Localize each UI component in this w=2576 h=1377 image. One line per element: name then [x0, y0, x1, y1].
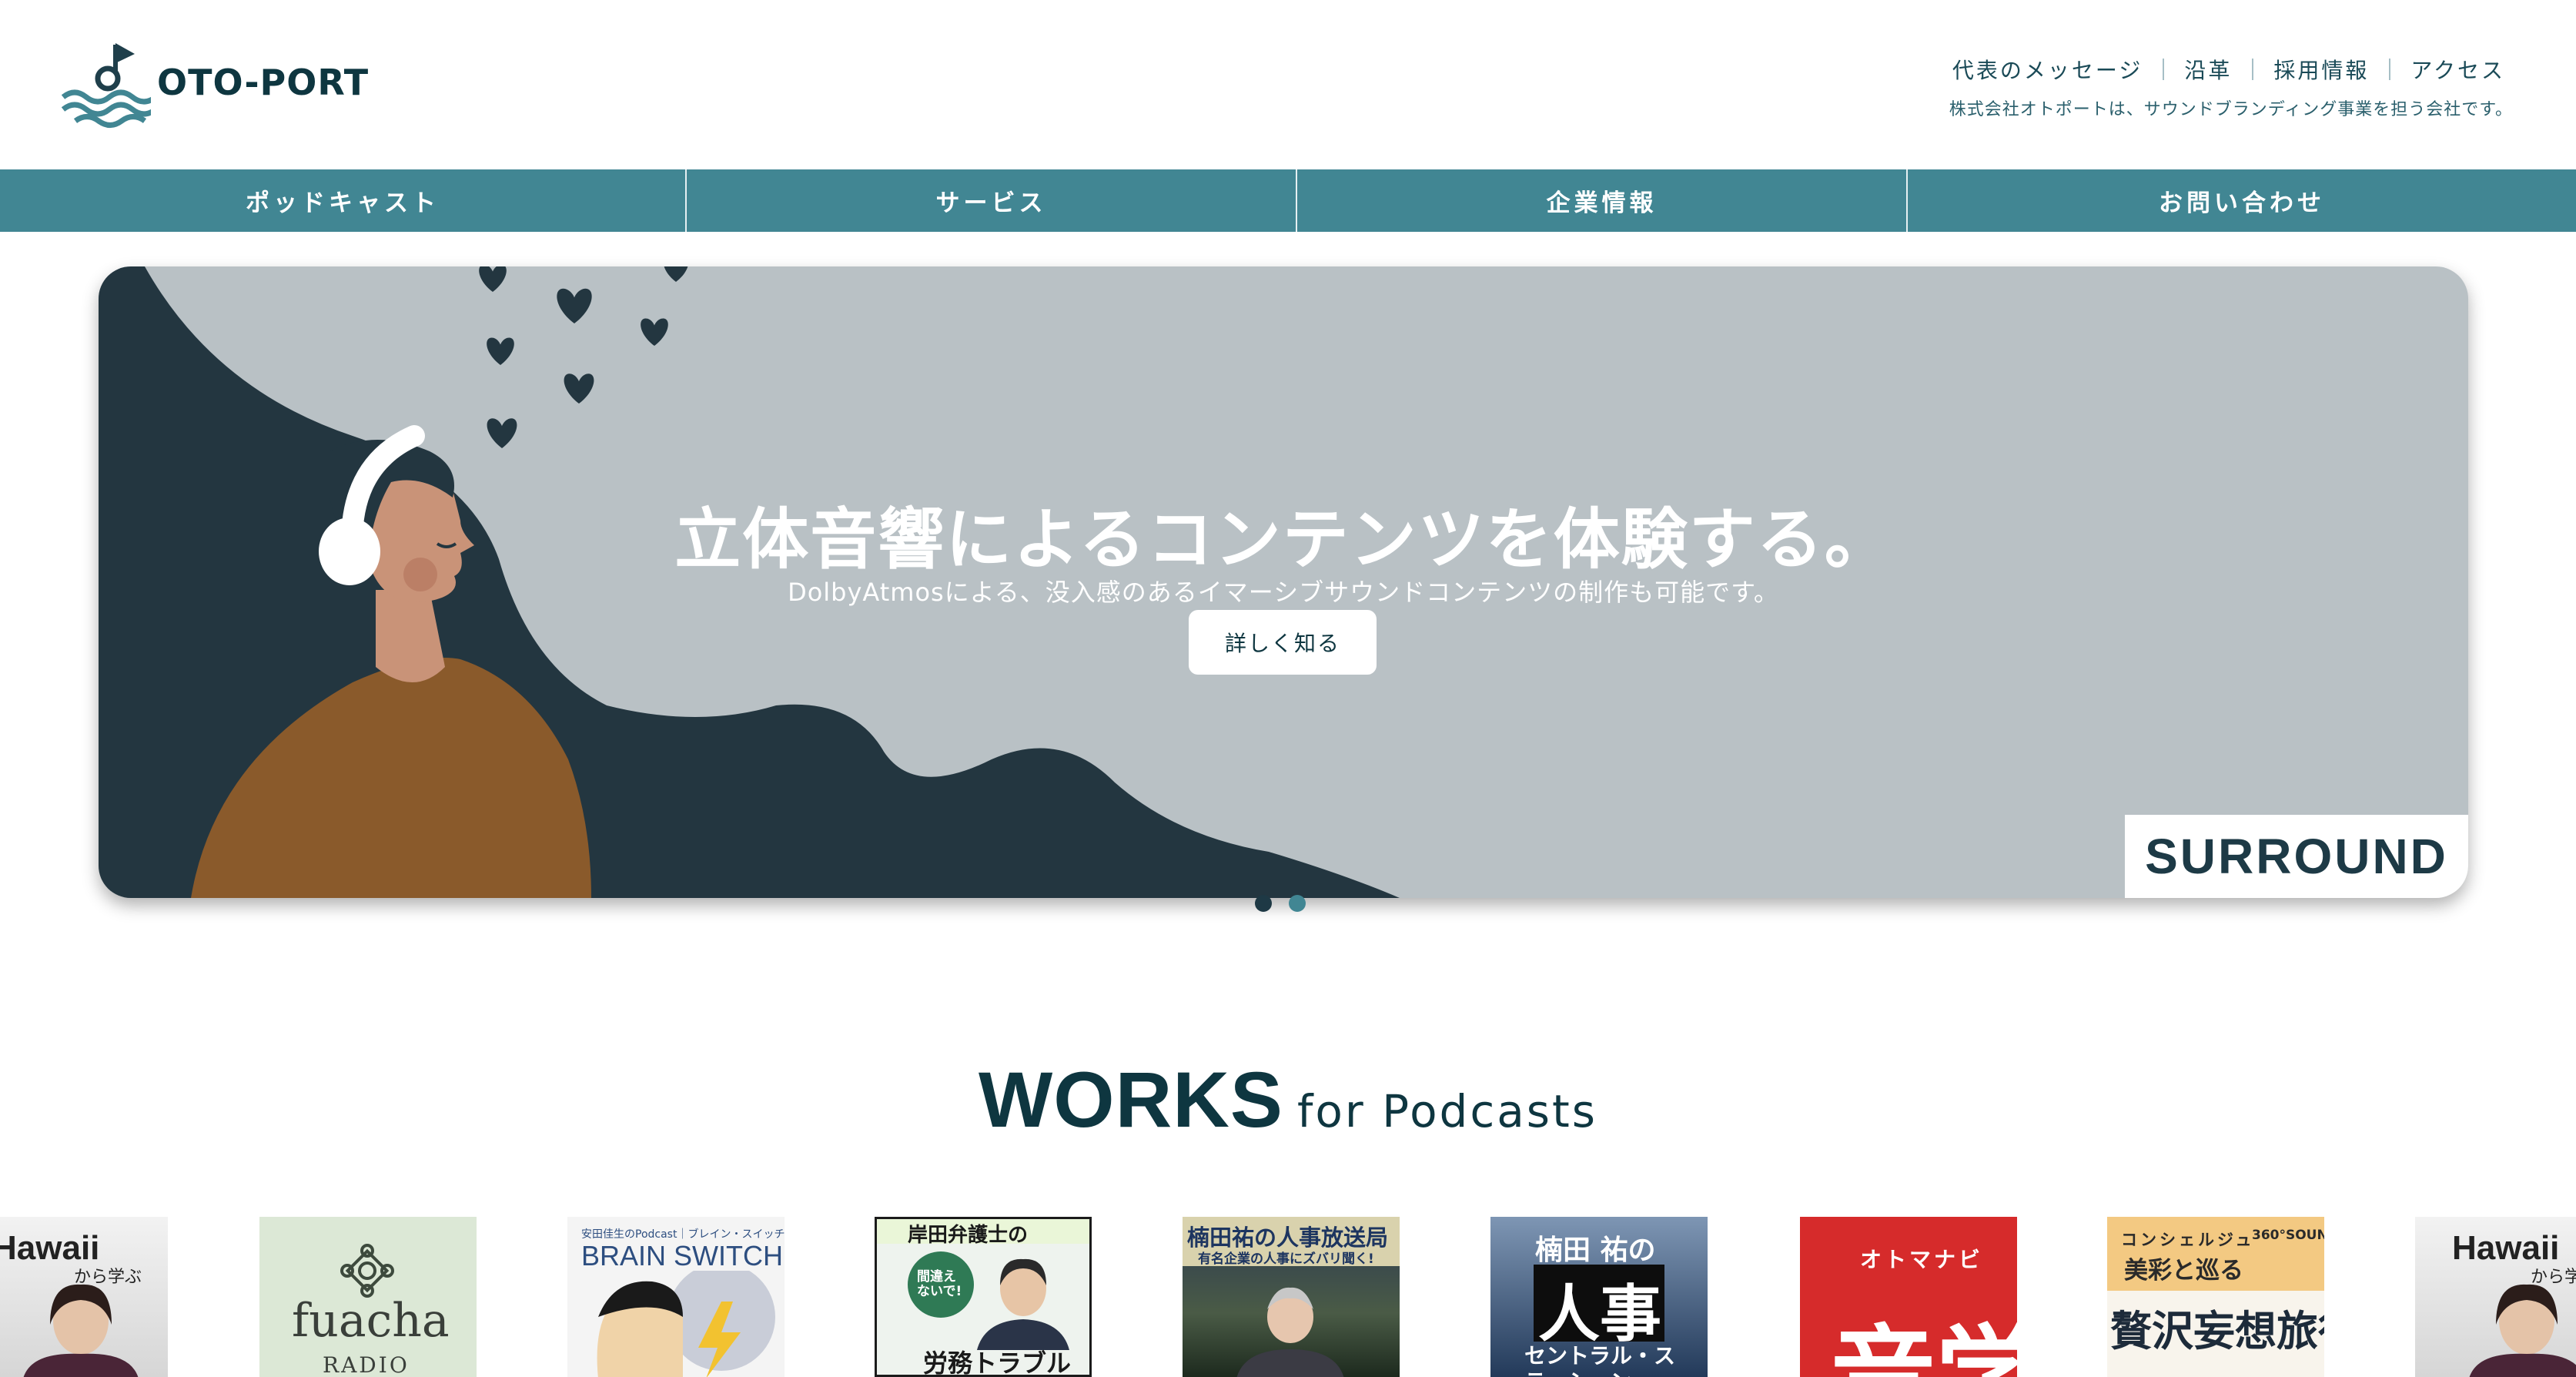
brand-name: OTO-PORT [157, 62, 370, 103]
hero-subtitle: DolbyAtmosによる、没入感のあるイマーシブサウンドコンテンツの制作も可能… [788, 578, 1779, 607]
link-history[interactable]: 沿革 [2164, 54, 2252, 85]
slide-dot[interactable] [1289, 895, 1306, 912]
podcast-card[interactable]: fuacha RADIO [259, 1217, 477, 1377]
slider-pagination [1255, 895, 1306, 912]
host-portrait-icon [23, 1284, 139, 1377]
music-note-waves-logo-icon [62, 43, 151, 128]
card-subtitle: セントラル・ステーション [1524, 1343, 1676, 1377]
card-badge: 360°SOUND [2252, 1228, 2324, 1243]
slide-dot-active[interactable] [1255, 895, 1272, 912]
surround-badge: SURROUND [2125, 815, 2468, 898]
nav-item-podcast[interactable]: ポッドキャスト [0, 169, 685, 232]
podcast-card[interactable]: 安田佳生のPodcast｜ブレイン・スイッチ BRAIN SWITCH [567, 1217, 785, 1377]
podcast-card[interactable]: Hawaii から学ぶ [2415, 1217, 2576, 1377]
card-bubble-text: 間違えないで! [917, 1269, 962, 1299]
podcast-card[interactable]: 楠田祐の人事放送局 有名企業の人事にズバリ聞く! [1183, 1217, 1400, 1377]
nav-item-contact[interactable]: お問い合わせ [1906, 169, 2576, 232]
card-title: Hawaii [0, 1229, 100, 1267]
card-big-title: 贅沢妄想旅行 [2110, 1307, 2324, 1355]
card-caption: コンシェルジュ [2121, 1231, 2255, 1249]
top-utility-links: 代表のメッセージ 沿革 採用情報 アクセス [1932, 54, 2505, 85]
card-caption: 安田佳生のPodcast｜ブレイン・スイッチ [581, 1228, 785, 1241]
card-title: fuacha [292, 1294, 450, 1348]
ornament-icon [340, 1244, 394, 1298]
host-portrait-icon [977, 1258, 1069, 1350]
podcast-card[interactable]: オトマナビ 音学 [1800, 1217, 2017, 1377]
card-title: 楠田 祐の [1535, 1235, 1656, 1266]
brain-lightning-icon [597, 1271, 775, 1377]
card-title: Hawaii [2452, 1229, 2560, 1267]
card-big-title: 人事 [1538, 1278, 1661, 1350]
nav-item-service[interactable]: サービス [685, 169, 1296, 232]
podcast-card[interactable]: 岸田弁護士の 間違えないで! 労務トラブル [875, 1217, 1092, 1377]
card-subtitle: 労務トラブル [923, 1349, 1072, 1377]
card-title: オトマナビ [1860, 1247, 1984, 1272]
learn-more-button[interactable]: 詳しく知る [1189, 610, 1377, 675]
hero-title: 立体音響によるコンテンツを体験する。 [674, 501, 1892, 578]
card-title: 美彩と巡る [2124, 1257, 2243, 1285]
card-subtitle: 有名企業の人事にズバリ聞く! [1198, 1251, 1374, 1267]
podcast-card[interactable]: コンシェルジュ 美彩と巡る 360°SOUND 贅沢妄想旅行 [2107, 1217, 2324, 1377]
main-nav: ポッドキャスト サービス 企業情報 お問い合わせ [0, 169, 2576, 232]
hero-slider[interactable]: 立体音響によるコンテンツを体験する。 DolbyAtmosによる、没入感のあるイ… [99, 266, 2468, 898]
works-subtitle: for Podcasts [1296, 1085, 1597, 1137]
link-recruit[interactable]: 採用情報 [2253, 54, 2389, 85]
link-message[interactable]: 代表のメッセージ [1932, 54, 2163, 85]
card-big-title: 音学 [1831, 1315, 2017, 1377]
host-portrait-icon [2469, 1284, 2576, 1377]
card-title: 岸田弁護士の [908, 1224, 1029, 1247]
podcast-card[interactable]: 楠田 祐の 人事 セントラル・ステーション [1490, 1217, 1708, 1377]
nav-item-company[interactable]: 企業情報 [1296, 169, 1906, 232]
site-logo[interactable]: OTO-PORT [62, 40, 368, 129]
works-heading: WORKS for Podcasts [0, 1055, 2576, 1145]
card-title: BRAIN SWITCH [581, 1240, 784, 1271]
link-access[interactable]: アクセス [2390, 54, 2505, 85]
card-subtitle: RADIO [323, 1352, 410, 1377]
company-tagline: 株式会社オトポートは、サウンドブランディング事業を担う会社です。 [1949, 100, 2513, 119]
works-title: WORKS [979, 1056, 1283, 1144]
podcast-card[interactable]: Hawaii から学ぶ [0, 1217, 168, 1377]
host-portrait-icon [1236, 1287, 1344, 1377]
